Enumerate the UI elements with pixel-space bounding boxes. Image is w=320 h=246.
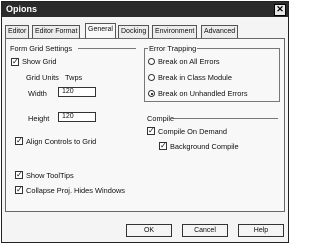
height-label: Height <box>28 114 50 123</box>
help-button[interactable]: Help <box>238 224 284 237</box>
break-all-errors-radio[interactable] <box>148 58 155 65</box>
compile-on-demand-checkbox[interactable]: ✓ <box>147 127 155 135</box>
tab-general[interactable]: General <box>85 23 116 38</box>
form-grid-divider <box>78 48 136 49</box>
show-grid-label: Show Grid <box>22 57 57 66</box>
collapse-proj-label: Collapse Proj. Hides Windows <box>26 186 125 195</box>
collapse-proj-checkbox[interactable]: ✓ <box>15 186 23 194</box>
break-all-errors-label: Break on All Errors <box>158 57 220 66</box>
compile-on-demand-label: Compile On Demand <box>158 127 228 136</box>
form-grid-heading: Form Grid Settings <box>10 44 73 53</box>
options-dialog: Opions ✕ Editor Editor Format General Do… <box>1 1 289 243</box>
close-icon[interactable]: ✕ <box>274 4 286 16</box>
background-compile-checkbox[interactable]: ✓ <box>159 142 167 150</box>
grid-height-field[interactable]: 120 <box>58 112 96 122</box>
width-label: Width <box>28 89 47 98</box>
compile-divider <box>174 118 278 119</box>
align-controls-label: Align Controls to Grid <box>26 137 97 146</box>
tab-advanced[interactable]: Advanced <box>201 25 239 38</box>
window-title: Opions <box>6 4 37 14</box>
compile-heading: Compile <box>147 114 175 123</box>
general-tab-panel: Form Grid Settings ✓ Show Grid Grid Unit… <box>5 38 285 212</box>
cancel-button[interactable]: Cancel <box>182 224 228 237</box>
show-tooltips-checkbox[interactable]: ✓ <box>15 171 23 179</box>
break-unhandled-radio[interactable] <box>148 90 155 97</box>
align-controls-checkbox[interactable]: ✓ <box>15 137 23 145</box>
tab-editor[interactable]: Editor <box>5 25 30 38</box>
grid-units-label: Grid Units <box>26 73 59 82</box>
show-grid-checkbox[interactable]: ✓ <box>11 58 19 66</box>
show-tooltips-label: Show ToolTips <box>26 171 74 180</box>
break-class-module-radio[interactable] <box>148 74 155 81</box>
title-bar[interactable]: Opions ✕ <box>2 2 288 17</box>
break-class-module-label: Break in Class Module <box>158 73 232 82</box>
grid-width-field[interactable]: 120 <box>58 87 96 97</box>
tab-editor-format[interactable]: Editor Format <box>32 25 81 38</box>
tab-environment[interactable]: Environment <box>152 25 198 38</box>
break-unhandled-label: Break on Unhandled Errors <box>158 89 248 98</box>
tab-strip: Editor Editor Format General Docking Env… <box>5 23 285 38</box>
error-trapping-heading: Error Trapping <box>148 44 198 53</box>
grid-units-value: Twps <box>65 73 83 82</box>
background-compile-label: Background Compile <box>170 142 239 151</box>
ok-button[interactable]: OK <box>126 224 172 237</box>
tab-docking[interactable]: Docking <box>118 25 150 38</box>
